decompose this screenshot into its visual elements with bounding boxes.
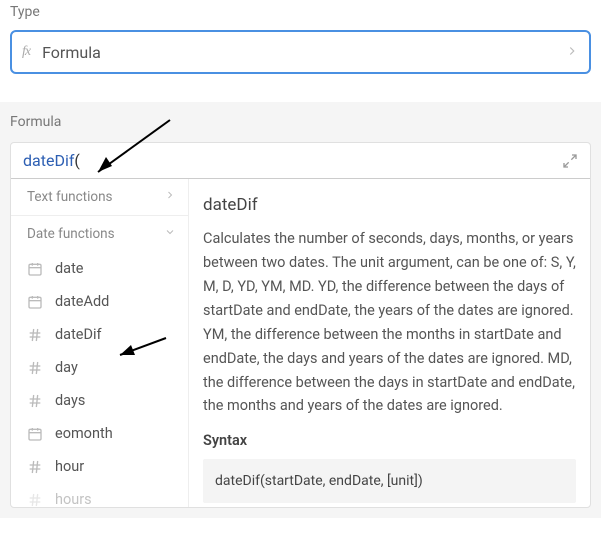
function-item-label: eomonth — [55, 425, 113, 442]
group-label: Text functions — [27, 189, 113, 205]
function-item-label: days — [55, 392, 85, 409]
function-item-dateAdd[interactable]: dateAdd — [11, 285, 188, 318]
function-item-eomonth[interactable]: eomonth — [11, 417, 188, 450]
function-sidebar: Text functions Date functions date dateAd… — [11, 179, 189, 507]
calendar-icon — [27, 261, 43, 277]
hash-icon — [27, 327, 43, 343]
hash-icon — [27, 360, 43, 376]
expand-icon[interactable] — [562, 153, 578, 169]
syntax-box: dateDif(startDate, endDate, [unit]) — [203, 459, 576, 503]
function-item-label: date — [55, 260, 84, 277]
hash-icon — [27, 393, 43, 409]
group-header-date-functions[interactable]: Date functions — [11, 216, 188, 252]
function-item-label: hour — [55, 458, 84, 475]
formula-fx-icon: fx — [22, 44, 30, 60]
chevron-down-icon — [164, 226, 176, 242]
syntax-label: Syntax — [203, 432, 576, 449]
formula-input[interactable]: dateDif( — [23, 151, 562, 170]
function-detail-description: Calculates the number of seconds, days, … — [203, 227, 576, 418]
calendar-icon — [27, 294, 43, 310]
function-detail-panel: dateDif Calculates the number of seconds… — [189, 179, 590, 507]
formula-editor: dateDif( Text functions — [10, 142, 591, 508]
function-item-label: hours — [55, 491, 92, 507]
group-label: Date functions — [27, 226, 115, 242]
group-header-text-functions[interactable]: Text functions — [11, 179, 188, 216]
function-item-label: dateAdd — [55, 293, 109, 310]
function-item-hour[interactable]: hour — [11, 450, 188, 483]
formula-field-label: Formula — [10, 114, 591, 130]
type-selector[interactable]: fx Formula — [10, 30, 591, 74]
hash-icon — [27, 492, 43, 508]
function-item-label: dateDif — [55, 326, 102, 343]
chevron-right-icon — [565, 42, 579, 63]
type-selector-value: Formula — [42, 43, 565, 62]
function-detail-title: dateDif — [203, 195, 576, 215]
function-item-day[interactable]: day — [11, 351, 188, 384]
function-item-dateDif[interactable]: dateDif — [11, 318, 188, 351]
formula-input-function-name: dateDif — [23, 151, 74, 170]
formula-input-open-paren: ( — [74, 151, 79, 170]
function-item-days[interactable]: days — [11, 384, 188, 417]
date-functions-list: date dateAdd dateDif day days eomonth hour hour… — [11, 252, 188, 507]
hash-icon — [27, 459, 43, 475]
calendar-icon — [27, 426, 43, 442]
function-item-date[interactable]: date — [11, 252, 188, 285]
function-item-label: day — [55, 359, 78, 376]
type-field-label: Type — [10, 4, 591, 20]
function-item-hours[interactable]: hours — [11, 483, 188, 507]
chevron-right-icon — [164, 189, 176, 205]
